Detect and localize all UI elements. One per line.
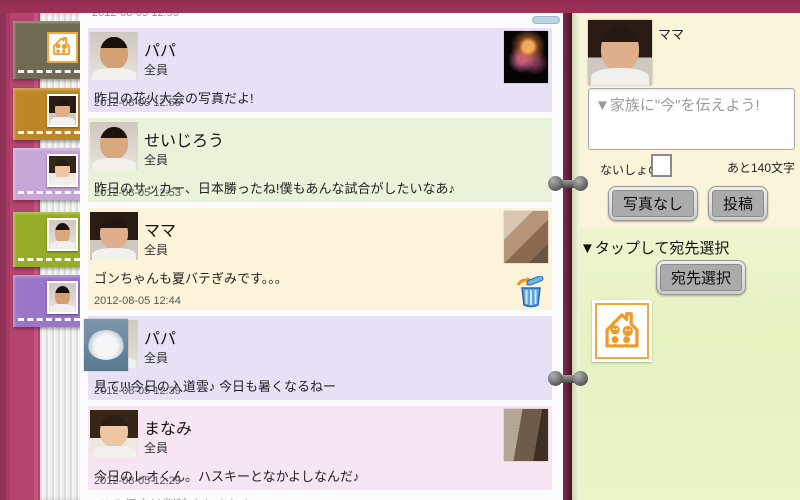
author-name: まなみ — [144, 421, 193, 438]
binder-top-edge — [0, 0, 800, 13]
post-button[interactable]: 投稿 — [708, 186, 769, 221]
papa-photo — [47, 281, 78, 314]
app-screen: 2012-08-05 12:56 パパ 全員 昨日の花火大会の写真だよ! 201… — [0, 0, 800, 500]
sidebar-tab-manami[interactable] — [13, 148, 85, 200]
photo-thumbnail-cat[interactable] — [504, 409, 548, 461]
family-house-icon — [47, 32, 78, 63]
delete-trash-icon[interactable] — [514, 275, 544, 308]
recipient-select-button[interactable]: 宛先選択 — [656, 260, 747, 295]
audience-label: 全員 — [144, 153, 169, 167]
author-name: せいじろう — [144, 133, 225, 150]
audience-label: 全員 — [144, 63, 169, 77]
author-name: パパ — [144, 43, 177, 60]
audience-label: 全員 — [144, 441, 169, 455]
photo-thumbnail-cloud[interactable] — [84, 319, 128, 371]
binder-ring — [548, 371, 588, 387]
message-timestamp: 2012-08-05 12:55 — [94, 97, 181, 109]
photo-thumbnail-fireworks[interactable] — [504, 31, 548, 83]
manami-photo — [47, 154, 78, 187]
binder-ring — [548, 176, 588, 192]
previous-post-timestamp: 2012-08-05 12:56 — [92, 13, 179, 19]
message-timestamp: 2012-08-05 12:39 — [94, 385, 181, 397]
sidebar-tab-mama[interactable] — [13, 88, 85, 140]
photo-thumbnail-dog[interactable] — [504, 211, 548, 263]
message-card[interactable]: せいじろう 全員 昨日のサッカー、日本勝ったね!僕もあんな試合がしたいなあ♪ 2… — [88, 118, 552, 202]
no-photo-button[interactable]: 写真なし — [608, 186, 699, 221]
author-name: ママ — [144, 223, 177, 240]
audience-label: 全員 — [144, 351, 169, 365]
char-counter: あと140文字 — [726, 161, 795, 175]
scrollbar-thumb[interactable] — [532, 16, 560, 24]
sidebar-tab-seijiro[interactable] — [13, 212, 85, 267]
message-card[interactable]: ママ 全員 ゴンちゃんも夏バテぎみです。。。 2012-08-05 12:44 — [88, 208, 552, 310]
message-timestamp: 2012-08-05 12:53 — [94, 187, 181, 199]
book-spine — [563, 13, 572, 500]
seijiro-photo — [47, 218, 78, 251]
message-timestamp: 2012-08-05 12:44 — [94, 295, 181, 307]
message-card[interactable]: まなみ 全員 今日のレオくん。ハスキーとなかよしなんだ♪ 2012-08-05 … — [88, 406, 552, 490]
author-avatar — [90, 32, 138, 80]
sidebar-tab-home[interactable] — [13, 21, 85, 79]
message-card[interactable]: パパ 全員 見て!!!今日の入道雲♪ 今日も暑くなるねー 2012-08-05 … — [84, 316, 552, 400]
compose-panel: ママ ないしょの話 あと140文字 写真なし 投稿 ▼タップして宛先選択 宛先選… — [572, 13, 800, 500]
mama-photo — [47, 94, 78, 127]
message-text: ゴンちゃんも夏バテぎみです。。。 — [94, 271, 288, 286]
secret-checkbox[interactable] — [651, 154, 672, 177]
author-avatar — [90, 212, 138, 260]
composer-avatar — [588, 20, 652, 85]
deleted-message-notice: この伝言は削除されました — [98, 494, 254, 500]
composer-user-name: ママ — [658, 27, 685, 42]
message-card[interactable]: パパ 全員 昨日の花火大会の写真だよ! 2012-08-05 12:55 — [88, 28, 552, 112]
recipient-select-button-label: 宛先選択 — [660, 264, 743, 291]
message-feed-page: 2012-08-05 12:56 パパ 全員 昨日の花火大会の写真だよ! 201… — [80, 13, 567, 500]
author-avatar — [90, 410, 138, 458]
app-logo-house-icon — [592, 300, 652, 362]
no-photo-button-label: 写真なし — [612, 190, 695, 217]
sidebar-tab-papa[interactable] — [13, 275, 85, 327]
message-input[interactable] — [588, 88, 795, 150]
message-timestamp: 2012-08-05 12:29 — [94, 475, 181, 487]
author-avatar — [90, 122, 138, 170]
post-button-label: 投稿 — [712, 190, 765, 217]
audience-label: 全員 — [144, 243, 169, 257]
author-name: パパ — [144, 331, 177, 348]
recipient-hint: ▼タップして宛先選択 — [580, 240, 730, 257]
